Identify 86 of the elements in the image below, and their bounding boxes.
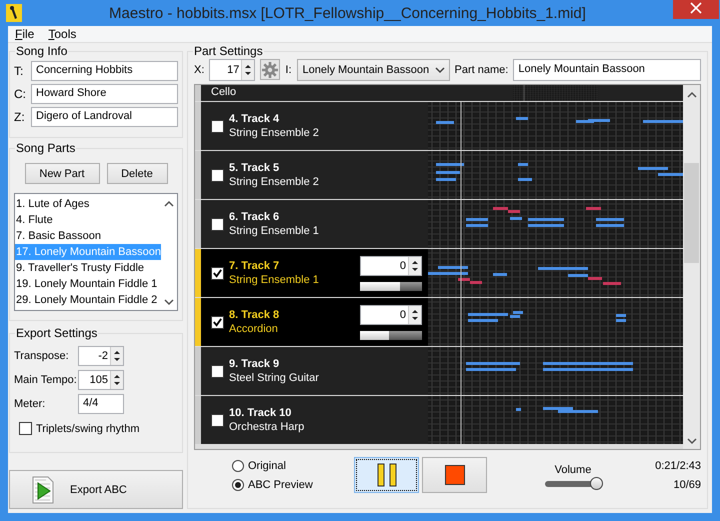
- group-title: Export Settings: [15, 326, 98, 340]
- field-label: Z:: [14, 110, 26, 124]
- tempo-spinner[interactable]: 105: [78, 370, 124, 390]
- field-label: Main Tempo:: [14, 374, 78, 386]
- scroll-down-icon: [164, 298, 174, 306]
- settings-button[interactable]: [260, 59, 280, 80]
- app-logo-icon: [6, 4, 22, 22]
- field-label: Part name:: [454, 64, 508, 76]
- volume-label: Volume: [554, 464, 592, 476]
- stop-button[interactable]: [422, 457, 487, 493]
- track-title: 6. Track 6: [229, 211, 280, 223]
- close-button[interactable]: [673, 0, 719, 19]
- transpose-spinner[interactable]: 0: [360, 304, 422, 324]
- scroll-up-icon: [686, 91, 696, 99]
- checkbox[interactable]: [211, 316, 224, 328]
- chevron-down-icon: [434, 66, 445, 74]
- checkbox[interactable]: [211, 266, 224, 280]
- export-button[interactable]: Export ABC: [9, 470, 183, 509]
- part-number-spinner[interactable]: 17: [209, 58, 256, 80]
- track-title: 4. Track 4: [229, 113, 280, 125]
- checkbox[interactable]: [19, 422, 32, 435]
- toolbar-button[interactable]: Delete: [106, 163, 168, 184]
- list-item[interactable]: 1. Lute of Ages: [15, 196, 161, 212]
- instrument-name: String Ensemble 2: [229, 176, 320, 188]
- track-title: 9. Track 9: [229, 358, 280, 370]
- instrument-name: String Ensemble 1: [229, 225, 320, 237]
- instrument-name: String Ensemble 1: [229, 274, 320, 286]
- checkbox[interactable]: [211, 120, 224, 132]
- text-field[interactable]: Concerning Hobbits: [31, 61, 178, 81]
- instrument-name: Orchestra Harp: [229, 421, 306, 433]
- checkbox[interactable]: [211, 364, 224, 378]
- group-title: Song Info: [15, 44, 68, 58]
- scroll-up-icon: [164, 200, 174, 208]
- field-label: Transpose:: [14, 350, 70, 362]
- radio-label: Original: [248, 460, 286, 472]
- meter-field[interactable]: 4/4: [78, 394, 124, 414]
- checkbox-label: Triplets/swing rhythm: [36, 422, 140, 434]
- text-field[interactable]: Howard Shore: [31, 84, 178, 104]
- part-name-field[interactable]: Lonely Mountain Bassoon: [513, 58, 701, 80]
- bar-counter: 10/69: [673, 478, 701, 490]
- field-label: X:: [194, 64, 204, 76]
- instrument-dropdown[interactable]: Lonely Mountain Bassoon: [296, 58, 450, 80]
- list-item[interactable]: 4. Flute: [15, 212, 161, 228]
- radio-button[interactable]: [232, 460, 244, 472]
- scrollbar-thumb[interactable]: [684, 163, 699, 263]
- instrument-name: String Ensemble 2: [229, 127, 320, 139]
- field-label: Meter:: [14, 398, 46, 410]
- list-item[interactable]: 9. Traveller's Trusty Fiddle: [15, 260, 161, 276]
- settings-icon: [262, 62, 278, 78]
- window-title: Maestro - hobbits.msx [LOTR_Fellowship__Concerning_Hobbits_1.mid]: [108, 4, 587, 22]
- radio-button[interactable]: [232, 478, 244, 490]
- track-title: 10. Track 10: [229, 407, 292, 419]
- toolbar-button[interactable]: New Part: [24, 163, 100, 184]
- track-title: 8. Track 8: [229, 309, 280, 321]
- checkbox[interactable]: [211, 218, 224, 230]
- volume-fill[interactable]: [360, 282, 400, 290]
- radio-label: ABC Preview: [248, 478, 313, 490]
- stop-icon: [444, 465, 464, 485]
- track-title: 7. Track 7: [229, 260, 280, 272]
- list-item[interactable]: 19. Lonely Mountain Fiddle 1: [15, 276, 161, 292]
- close-icon: [690, 2, 702, 14]
- field-label: I:: [285, 64, 292, 76]
- instrument-name: Accordion: [229, 323, 279, 335]
- instrument-name: Cello: [211, 86, 238, 98]
- field-label: T:: [14, 64, 24, 78]
- list-item[interactable]: 29. Lonely Mountain Fiddle 2: [15, 292, 161, 308]
- menu-item[interactable]: Tools: [48, 27, 76, 42]
- checkbox[interactable]: [211, 168, 224, 182]
- transpose-spinner[interactable]: 0: [360, 256, 422, 276]
- group-title: Part Settings: [193, 44, 264, 58]
- checkbox[interactable]: [211, 414, 224, 426]
- document-play-icon: [30, 474, 56, 504]
- transpose-spinner[interactable]: -2: [78, 346, 124, 366]
- menu-item[interactable]: File: [15, 27, 34, 42]
- pause-button[interactable]: [354, 457, 419, 493]
- list-item[interactable]: 7. Basic Bassoon: [15, 228, 161, 244]
- text-field[interactable]: Digero of Landroval: [31, 107, 178, 127]
- scroll-down-icon: [686, 437, 696, 445]
- pause-icon: [376, 463, 396, 487]
- track-title: 5. Track 5: [229, 162, 280, 174]
- slider-thumb[interactable]: [590, 476, 604, 490]
- field-label: C:: [14, 87, 27, 101]
- group-title: Song Parts: [15, 141, 76, 155]
- playback-time: 0:21/2:43: [655, 460, 701, 472]
- instrument-name: Steel String Guitar: [229, 372, 320, 384]
- volume-fill[interactable]: [360, 330, 390, 340]
